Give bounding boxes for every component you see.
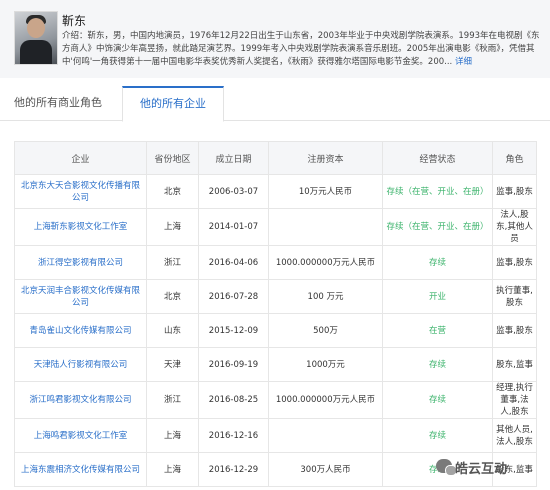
region-cell: 浙江 <box>146 381 199 419</box>
role-cell: 执行董事,股东 <box>492 279 537 314</box>
region-cell: 上海 <box>146 452 199 487</box>
wechat-icon <box>436 459 457 476</box>
region-cell: 山东 <box>146 313 199 348</box>
capital-cell: 10万元人民币 <box>268 174 383 209</box>
status-cell: 存续（在营、开业、在册） <box>382 208 493 246</box>
region-cell: 上海 <box>146 208 199 246</box>
person-name: 靳东 <box>62 14 87 28</box>
company-link[interactable]: 上海鸣君影视文化工作室 <box>14 418 147 453</box>
date-cell: 2006-03-07 <box>198 174 269 209</box>
table-row: 浙江鸣君影视文化有限公司 浙江 2016-08-25 1000.000000万元人民币… <box>14 381 537 419</box>
date-cell: 2016-07-28 <box>198 279 269 314</box>
date-cell: 2014-01-07 <box>198 208 269 246</box>
company-link[interactable]: 青岛雀山文化传媒有限公司 <box>14 313 147 348</box>
bio-more-link[interactable]: 详细 <box>455 57 472 67</box>
table-row: 北京天润丰合影视文化传媒有限公司 北京 2016-07-28 100 万元 开业 执行董事… <box>14 279 537 314</box>
tab-enterprises[interactable]: 他的所有企业 <box>122 86 224 122</box>
col-header-date: 成立日期 <box>198 141 269 175</box>
col-header-company: 企业 <box>14 141 147 175</box>
status-cell: 开业 <box>382 279 493 314</box>
company-link[interactable]: 上海东震相济文化传媒有限公司 <box>14 452 147 487</box>
capital-cell: 1000.000000万元人民币 <box>268 381 383 419</box>
status-cell: 存续 <box>382 245 493 280</box>
date-cell: 2016-12-16 <box>198 418 269 453</box>
company-link[interactable]: 天津陆人行影视有限公司 <box>14 347 147 382</box>
company-link[interactable]: 北京东大天合影视文化传播有限公司 <box>14 174 147 209</box>
capital-cell <box>268 418 383 453</box>
table-row: 上海鸣君影视文化工作室 上海 2016-12-16 存续 其他人员,法人,股东 <box>14 418 537 453</box>
status-cell: 在营 <box>382 313 493 348</box>
role-cell: 监事,股东 <box>492 245 537 280</box>
role-cell: 股东,监事 <box>492 347 537 382</box>
person-bio: 介绍：靳东，男，中国内地演员，1976年12月22日出生于山东省，2003年毕业… <box>62 30 540 69</box>
company-link[interactable]: 浙江鸣君影视文化有限公司 <box>14 381 147 419</box>
date-cell: 2016-08-25 <box>198 381 269 419</box>
col-header-region: 省份地区 <box>146 141 199 175</box>
company-link[interactable]: 浙江得空影视有限公司 <box>14 245 147 280</box>
capital-cell: 1000万元 <box>268 347 383 382</box>
date-cell: 2016-09-19 <box>198 347 269 382</box>
role-cell: 监事,股东 <box>492 313 537 348</box>
role-cell: 监事,股东 <box>492 174 537 209</box>
table-row: 北京东大天合影视文化传播有限公司 北京 2006-03-07 10万元人民币 存续（在营… <box>14 174 537 209</box>
region-cell: 北京 <box>146 174 199 209</box>
watermark-text: 皓云互动 <box>455 462 508 477</box>
status-cell: 存续 <box>382 347 493 382</box>
profile-card: 靳东 介绍：靳东，男，中国内地演员，1976年12月22日出生于山东省，2003… <box>0 0 550 78</box>
status-cell: 存续 <box>382 418 493 453</box>
status-cell: 存续（在营、开业、在册） <box>382 174 493 209</box>
role-cell: 法人,股东,其他人员 <box>492 208 537 246</box>
region-cell: 浙江 <box>146 245 199 280</box>
role-cell: 其他人员,法人,股东 <box>492 418 537 453</box>
enterprise-table: 企业 省份地区 成立日期 注册资本 经营状态 角色 北京东大天合影视文化传播有限… <box>14 141 537 487</box>
company-link[interactable]: 上海靳东影视文化工作室 <box>14 208 147 246</box>
capital-cell: 300万人民币 <box>268 452 383 487</box>
table-row: 天津陆人行影视有限公司 天津 2016-09-19 1000万元 存续 股东,监事 <box>14 347 537 382</box>
role-cell: 经理,执行董事,法人,股东 <box>492 381 537 419</box>
company-link[interactable]: 北京天润丰合影视文化传媒有限公司 <box>14 279 147 314</box>
table-row: 浙江得空影视有限公司 浙江 2016-04-06 1000.000000万元人民币 存续… <box>14 245 537 280</box>
date-cell: 2016-12-29 <box>198 452 269 487</box>
tab-business-roles[interactable]: 他的所有商业角色 <box>14 86 102 120</box>
date-cell: 2015-12-09 <box>198 313 269 348</box>
col-header-role: 角色 <box>492 141 537 175</box>
tab-bar: 他的所有商业角色 他的所有企业 <box>0 86 550 122</box>
date-cell: 2016-04-06 <box>198 245 269 280</box>
table-row: 上海靳东影视文化工作室 上海 2014-01-07 存续（在营、开业、在册） 法人,股东… <box>14 208 537 246</box>
capital-cell: 100 万元 <box>268 279 383 314</box>
region-cell: 上海 <box>146 418 199 453</box>
capital-cell <box>268 208 383 246</box>
capital-cell: 1000.000000万元人民币 <box>268 245 383 280</box>
table-header-row: 企业 省份地区 成立日期 注册资本 经营状态 角色 <box>14 141 537 175</box>
region-cell: 天津 <box>146 347 199 382</box>
avatar[interactable] <box>14 11 58 65</box>
table-row: 青岛雀山文化传媒有限公司 山东 2015-12-09 500万 在营 监事,股东 <box>14 313 537 348</box>
col-header-capital: 注册资本 <box>268 141 383 175</box>
region-cell: 北京 <box>146 279 199 314</box>
capital-cell: 500万 <box>268 313 383 348</box>
status-cell: 存续 <box>382 381 493 419</box>
col-header-status: 经营状态 <box>382 141 493 175</box>
